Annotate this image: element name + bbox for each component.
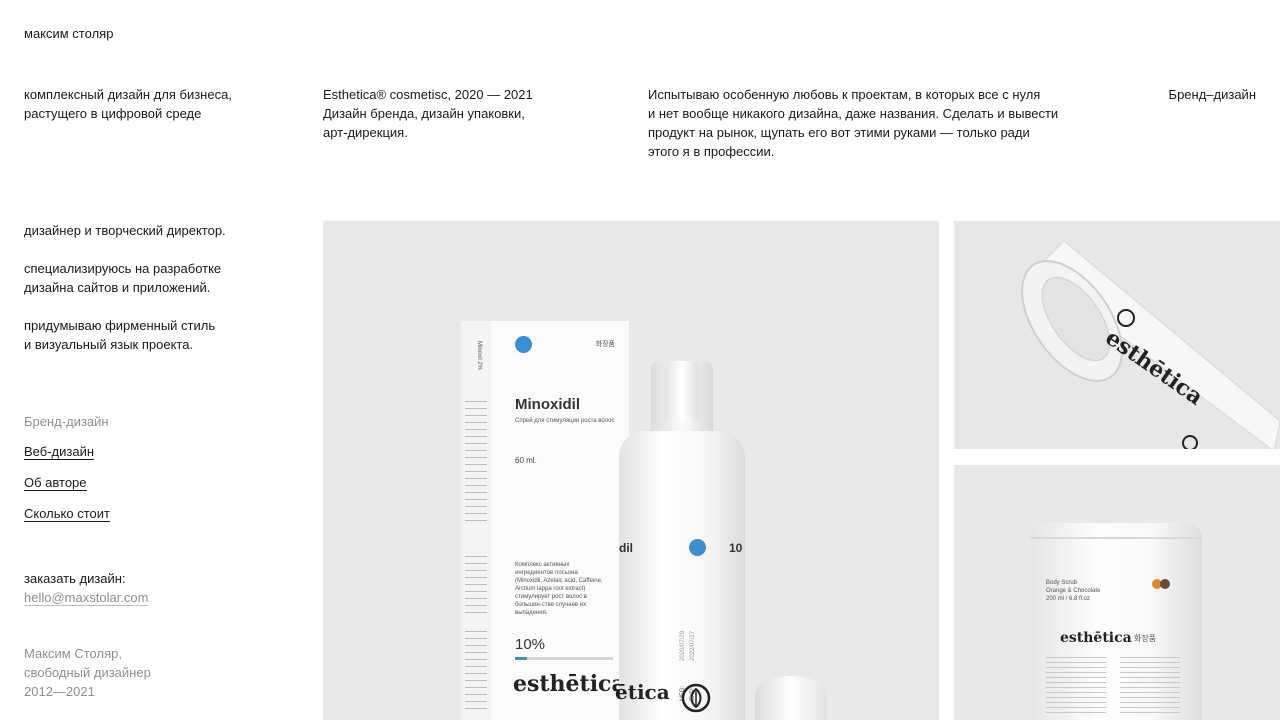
nav-link-pricing[interactable]: Сколько стоит [24,506,110,522]
pouch-product-line: Orange & Chocolate [1046,588,1101,594]
pouch-brand-logo: esthētica [1060,630,1132,646]
about-line: специализируюсь на разработке [24,261,222,276]
project-description: Испытываю особенную любовь к проектам, в… [648,85,1058,161]
nav-link-about[interactable]: Об авторе [24,475,87,491]
footer-credits: Максим Столяр, свободный дизайнер 2012—2… [24,644,151,701]
tagline-line: комплексный дизайн для бизнеса, [24,87,232,102]
bottle-cap [755,676,827,720]
bottle-label-text: dil [619,541,633,555]
project-scope: арт-дирекция. [323,125,408,140]
pouch-korean-label: 화장품 [1134,634,1157,643]
tape-roll-illustration: esthētica [1021,240,1280,449]
box-side-label: Minoxil 2% [476,341,482,371]
product-subtitle: Спрей для стимуляции роста волос [515,418,615,424]
product-percent: 10% [515,636,546,653]
box-side-text-block [465,556,487,616]
footer-line: 2012—2021 [24,684,95,699]
tagline: комплексный дизайн для бизнеса, растущег… [24,85,232,123]
product-photo-tape[interactable]: esthētica [954,221,1280,449]
site-name[interactable]: максим столяр [24,24,113,43]
about-line: дизайна сайтов и приложений. [24,280,211,295]
footer-line: Максим Столяр, [24,646,122,661]
bottle-percent: 10 [729,541,743,555]
project-info: Esthetica® cosmetisc, 2020 — 2021 Дизайн… [323,85,533,142]
about-branding: придумываю фирменный стиль и визуальный … [24,316,215,354]
bottle-brand-logo: ētica [615,680,670,704]
pouch-zipper [1030,537,1202,539]
description-line: Испытываю особенную любовь к проектам, в… [648,87,1041,102]
bottle-exp-date: 2022/07/27 [690,630,696,661]
box-side-text-block [465,401,487,521]
bottle-mfg-date: 2020/07/28 [680,630,686,661]
bottle-pump [665,361,699,421]
product-title: Minoxidil [515,396,580,413]
about-line: придумываю фирменный стиль [24,318,216,333]
footer-line: свободный дизайнер [24,665,151,680]
pouch-product-line: Body Scrub [1046,580,1078,586]
project-scope: Дизайн бренда, дизайн упаковки, [323,106,525,121]
category-label: Бренд–дизайн [1168,87,1256,102]
contact-label: заказать дизайн: [24,571,126,586]
nav-current-brand-design: Бренд-дизайн [24,414,109,429]
project-title: Esthetica® cosmetisc, 2020 — 2021 [323,87,533,102]
percent-bar [515,657,613,660]
pouch-text-block [1120,657,1180,717]
product-box: 화장품 Minoxidil Спрей для стимуляции роста… [491,321,629,720]
brand-dot [515,336,532,353]
description-line: продукт на рынок, щупать его вот этими р… [648,125,1030,140]
product-photo-minoxidil[interactable]: Minoxil 2% 화장품 Minoxidil Спрей для стиму… [323,221,939,720]
chocolate-dot [1160,579,1170,589]
description-line: этого я в профессии. [648,144,775,159]
pouch-product-lines: Body Scrub Orange & Chocolate 200 ml / 6… [1046,579,1126,603]
bottle-dot [689,539,706,556]
pouch-product-line: 200 ml / 6.8 fl.oz [1046,596,1091,602]
about-line: и визуальный язык проекта. [24,337,194,352]
product-volume: 60 ml. [515,456,537,465]
product-ingredients: Комплекс активных ингредиентов лосьона (… [515,562,603,616]
box-brand-logo: esthētica [513,671,626,697]
box-side-text-block [465,631,487,711]
about-role: дизайнер и творческий директор. [24,223,226,238]
contact-email-link[interactable]: hello@maxstolar.com [24,590,149,606]
pouch: Body Scrub Orange & Chocolate 200 ml / 6… [1030,523,1202,720]
leaf-emblem-icon [1182,435,1198,449]
tagline-line: растущего в цифровой среде [24,106,202,121]
about-specialization: специализируюсь на разработке дизайна са… [24,259,221,297]
nav-link-web-design[interactable]: Веб-дизайн [24,444,95,460]
box-side: Minoxil 2% [461,321,492,720]
pouch-text-block [1046,657,1106,717]
box-korean-label: 화장품 [595,341,615,348]
spray-bottle: dil 10 MFG: EXP: 2020/07/28 2022/07/27 ē… [615,431,745,720]
leaf-emblem-icon [681,683,711,713]
percent-bar-fill [515,657,527,660]
description-line: и нет вообще никакого дизайна, даже назв… [648,106,1059,121]
product-photo-pouch[interactable]: Body Scrub Orange & Chocolate 200 ml / 6… [954,465,1280,720]
